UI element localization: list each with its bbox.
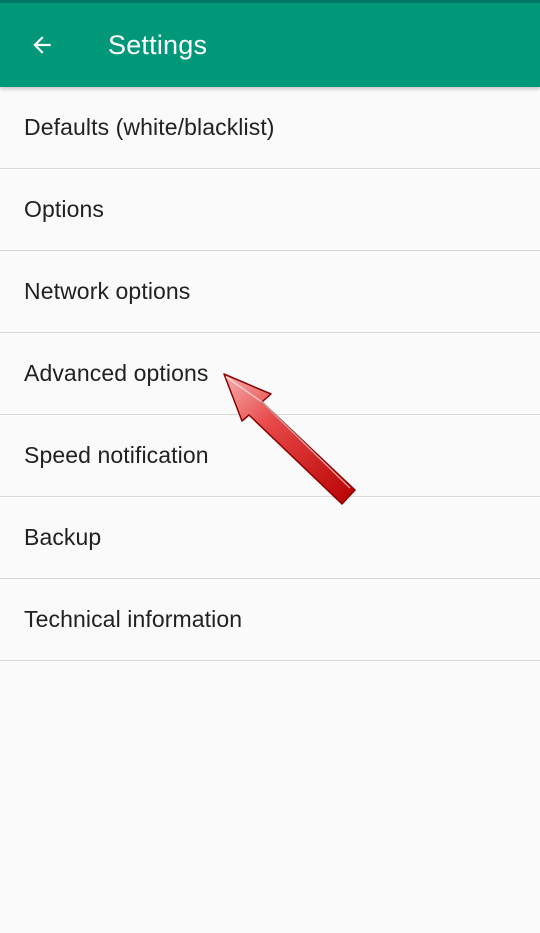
page-title: Settings [108, 30, 208, 60]
settings-item-label: Technical information [24, 606, 243, 632]
settings-item-label: Speed notification [24, 442, 209, 468]
settings-item-speed-notification[interactable]: Speed notification [0, 415, 540, 497]
settings-item-label: Backup [24, 524, 102, 550]
settings-item-advanced-options[interactable]: Advanced options [0, 333, 540, 415]
settings-item-label: Network options [24, 278, 191, 304]
settings-item-label: Options [24, 196, 104, 222]
settings-item-backup[interactable]: Backup [0, 497, 540, 579]
back-button[interactable] [20, 25, 64, 65]
settings-item-technical-information[interactable]: Technical information [0, 579, 540, 661]
app-bar: Settings [0, 3, 540, 87]
settings-list: Defaults (white/blacklist) Options Netwo… [0, 87, 540, 661]
settings-item-label: Defaults (white/blacklist) [24, 114, 275, 140]
settings-item-options[interactable]: Options [0, 169, 540, 251]
settings-item-defaults[interactable]: Defaults (white/blacklist) [0, 87, 540, 169]
settings-item-network-options[interactable]: Network options [0, 251, 540, 333]
arrow-back-icon [33, 36, 51, 54]
settings-item-label: Advanced options [24, 360, 209, 386]
